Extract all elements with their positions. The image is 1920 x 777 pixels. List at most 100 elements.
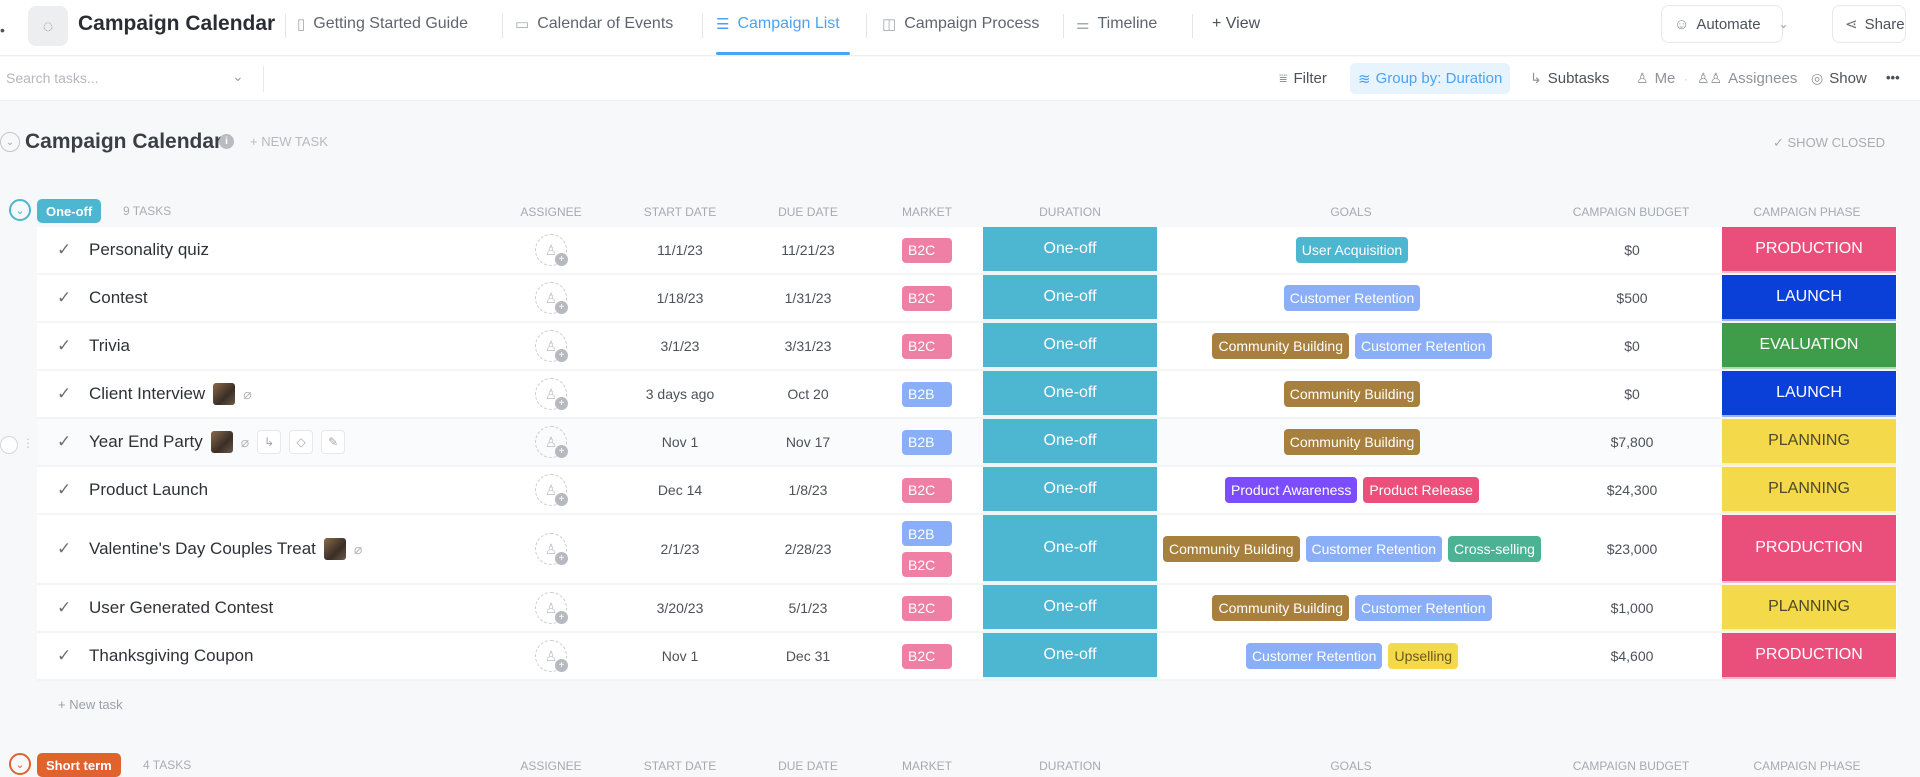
duration-cell[interactable]: One-off	[983, 323, 1157, 369]
start-date-cell[interactable]: 1/18/23	[615, 275, 745, 321]
budget-cell[interactable]: $0	[1567, 227, 1697, 273]
phase-cell[interactable]: PLANNING	[1722, 585, 1896, 631]
share-button[interactable]: ⋖ Share	[1832, 5, 1906, 43]
image-thumbnail[interactable]	[213, 383, 236, 405]
show-closed-button[interactable]: ✓ SHOW CLOSED	[1773, 135, 1885, 151]
market-cell[interactable]: B2C	[900, 323, 954, 369]
add-view-button[interactable]: + View	[1212, 15, 1260, 33]
task-status-check-icon[interactable]: ✓	[57, 419, 71, 465]
subtask-icon[interactable]: ↳	[257, 430, 282, 454]
task-name-cell[interactable]: Thanksgiving Coupon	[89, 633, 253, 679]
phase-cell[interactable]: PRODUCTION	[1722, 515, 1896, 583]
task-status-check-icon[interactable]: ✓	[57, 515, 71, 583]
due-date-cell[interactable]: 1/31/23	[743, 275, 873, 321]
start-date-cell[interactable]: Nov 1	[615, 633, 745, 679]
goals-cell[interactable]: Community Building	[1157, 371, 1547, 417]
search-input[interactable]: Search tasks...	[6, 70, 99, 86]
assignee-cell[interactable]: ♙ +	[534, 585, 568, 631]
chevron-down-icon[interactable]: ⌄	[1779, 17, 1789, 31]
start-date-cell[interactable]: Nov 1	[615, 419, 745, 465]
assignee-cell[interactable]: ♙ +	[534, 467, 568, 513]
phase-cell[interactable]: PLANNING	[1722, 467, 1896, 513]
task-name[interactable]: Trivia	[89, 336, 130, 356]
add-assignee-icon[interactable]: ♙ +	[535, 426, 568, 458]
column-header-market[interactable]: MARKET	[902, 759, 952, 773]
add-assignee-icon[interactable]: ♙ +	[535, 234, 568, 266]
duration-cell[interactable]: One-off	[983, 371, 1157, 417]
task-name[interactable]: Year End Party	[89, 432, 203, 452]
show-button[interactable]: ◎ Show	[1811, 70, 1867, 87]
task-row[interactable]: ✓ Personality quiz ♙ + 11/1/23 11/21/23 B2C One…	[37, 227, 1897, 275]
goals-cell[interactable]: Community Building Customer Retention	[1157, 323, 1547, 369]
start-date-cell[interactable]: 11/1/23	[615, 227, 745, 273]
budget-cell[interactable]: $1,000	[1567, 585, 1697, 631]
task-status-check-icon[interactable]: ✓	[57, 227, 71, 273]
column-header-campaign-phase[interactable]: CAMPAIGN PHASE	[1753, 759, 1860, 773]
task-name[interactable]: Personality quiz	[89, 240, 209, 260]
phase-cell[interactable]: PRODUCTION	[1722, 227, 1896, 273]
task-name-cell[interactable]: Trivia	[89, 323, 130, 369]
add-assignee-icon[interactable]: ♙ +	[535, 533, 568, 565]
column-header-campaign-phase[interactable]: CAMPAIGN PHASE	[1753, 205, 1860, 219]
info-icon[interactable]: i	[219, 134, 234, 149]
budget-cell[interactable]: $0	[1567, 323, 1697, 369]
budget-cell[interactable]: $24,300	[1567, 467, 1697, 513]
budget-cell[interactable]: $7,800	[1567, 419, 1697, 465]
duration-cell[interactable]: One-off	[983, 467, 1157, 513]
start-date-cell[interactable]: 3/1/23	[615, 323, 745, 369]
start-date-cell[interactable]: Dec 14	[615, 467, 745, 513]
assignee-cell[interactable]: ♙ +	[534, 275, 568, 321]
goals-cell[interactable]: Community Building Customer Retention	[1157, 585, 1547, 631]
phase-cell[interactable]: PLANNING	[1722, 419, 1896, 465]
task-name[interactable]: Thanksgiving Coupon	[89, 646, 253, 666]
task-status-check-icon[interactable]: ✓	[57, 323, 71, 369]
group-by-button[interactable]: ≋ Group by: Duration	[1350, 63, 1511, 94]
add-assignee-icon[interactable]: ♙ +	[535, 474, 568, 506]
duration-cell[interactable]: One-off	[983, 585, 1157, 631]
market-cell[interactable]: B2B B2C	[900, 515, 954, 583]
goals-cell[interactable]: Community Building	[1157, 419, 1547, 465]
task-status-check-icon[interactable]: ✓	[57, 371, 71, 417]
duration-cell[interactable]: One-off	[983, 633, 1157, 679]
column-header-campaign-budget[interactable]: CAMPAIGN BUDGET	[1573, 205, 1689, 219]
task-name[interactable]: Product Launch	[89, 480, 208, 500]
task-row[interactable]: ✓ Year End Party ⌀ ↳ ◇ ✎ ♙ + Nov 1 Nov 17 B2B One-o…	[37, 419, 1897, 467]
task-status-check-icon[interactable]: ✓	[57, 275, 71, 321]
collapse-group-icon[interactable]: ⌄	[9, 199, 31, 221]
collapse-group-icon[interactable]: ⌄	[9, 753, 31, 775]
automate-button[interactable]: ☺ Automate ⌄	[1661, 5, 1789, 43]
phase-cell[interactable]: PRODUCTION	[1722, 633, 1896, 679]
budget-cell[interactable]: $0	[1567, 371, 1697, 417]
tab-campaign-process[interactable]: ◫ Campaign Process	[882, 15, 1039, 33]
subtasks-button[interactable]: ↳ Subtasks	[1530, 70, 1609, 87]
assignee-cell[interactable]: ♙ +	[534, 419, 568, 465]
tag-icon[interactable]: ◇	[289, 430, 314, 454]
due-date-cell[interactable]: 2/28/23	[743, 515, 873, 583]
goals-cell[interactable]: Community Building Customer Retention Cros…	[1157, 515, 1547, 583]
column-header-assignee[interactable]: ASSIGNEE	[520, 205, 581, 219]
attachment-icon[interactable]: ⌀	[354, 541, 362, 558]
chevron-down-icon[interactable]: ⌄	[232, 68, 244, 85]
due-date-cell[interactable]: 11/21/23	[743, 227, 873, 273]
start-date-cell[interactable]: 3 days ago	[615, 371, 745, 417]
assignee-cell[interactable]: ♙ +	[534, 515, 568, 583]
assignees-button[interactable]: ♙♙ Assignees	[1697, 70, 1797, 87]
due-date-cell[interactable]: 1/8/23	[743, 467, 873, 513]
goals-cell[interactable]: User Acquisition	[1157, 227, 1547, 273]
new-task-button[interactable]: + NEW TASK	[250, 134, 328, 149]
task-row[interactable]: ✓ Trivia ♙ +3/1/23 3/31/23 B2C One-off Communit…	[37, 323, 1897, 371]
add-assignee-icon[interactable]: ♙ +	[535, 640, 568, 672]
duration-cell[interactable]: One-off	[983, 515, 1157, 583]
goals-cell[interactable]: Customer Retention Upselling	[1157, 633, 1547, 679]
column-header-duration[interactable]: DURATION	[1039, 205, 1101, 219]
tab-getting-started-guide[interactable]: ▯ Getting Started Guide	[297, 15, 468, 33]
assignee-cell[interactable]: ♙ +	[534, 227, 568, 273]
space-icon[interactable]: ◌	[28, 6, 68, 46]
edit-pencil-icon[interactable]: ✎	[321, 430, 346, 454]
duration-cell[interactable]: One-off	[983, 275, 1157, 321]
more-options-button[interactable]: •••	[1886, 70, 1900, 85]
add-assignee-icon[interactable]: ♙ +	[535, 282, 568, 314]
budget-cell[interactable]: $23,000	[1567, 515, 1697, 583]
due-date-cell[interactable]: Nov 17	[743, 419, 873, 465]
due-date-cell[interactable]: 3/31/23	[743, 323, 873, 369]
